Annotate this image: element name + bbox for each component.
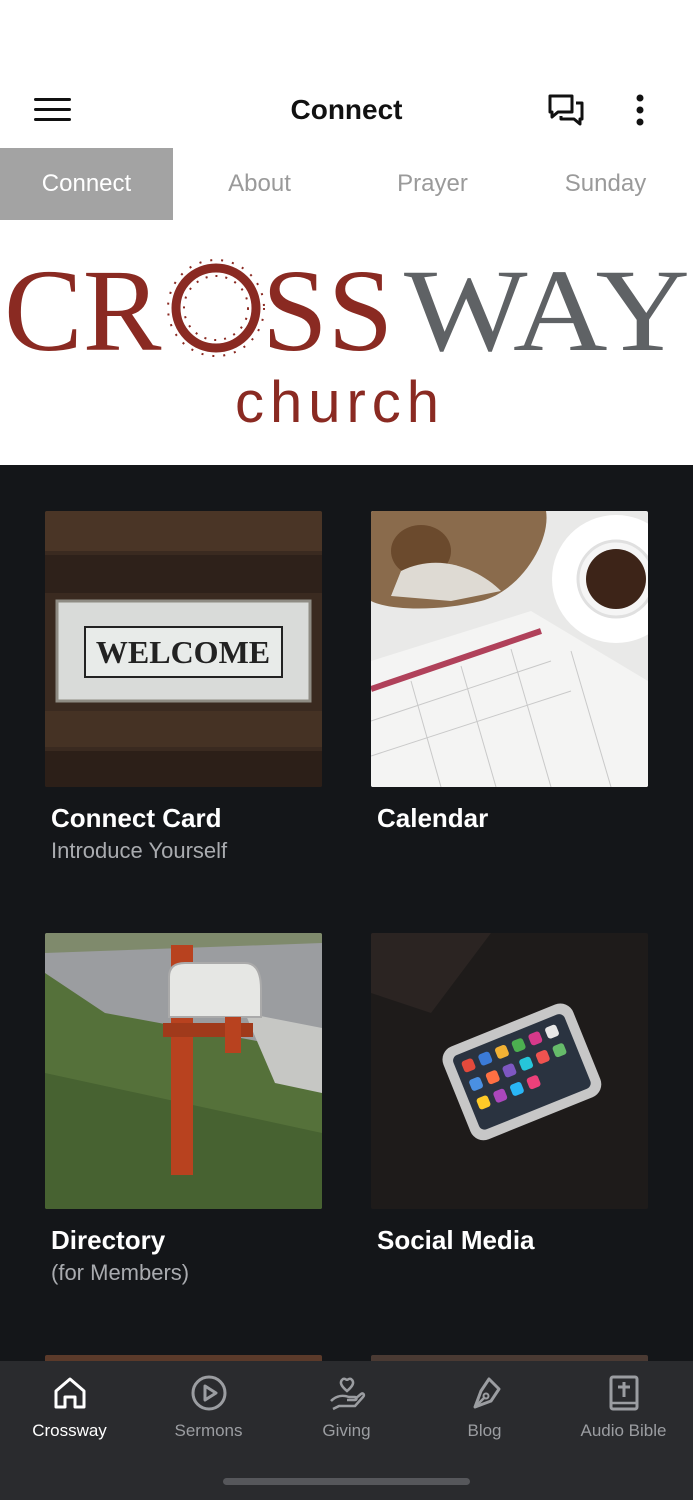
logo-word-part1: CR <box>4 245 162 376</box>
nav-label: Crossway <box>32 1421 107 1440</box>
social-media-tile[interactable]: Social Media <box>371 933 648 1256</box>
play-circle-icon <box>191 1375 226 1411</box>
home-indicator[interactable] <box>223 1478 470 1485</box>
card-subtitle: Introduce Yourself <box>51 838 228 863</box>
connect-card-tile[interactable]: WELCOME Connect Card Introduce Yourself <box>45 511 322 864</box>
logo-word-part2: SS <box>262 245 393 376</box>
chat-bubbles-icon[interactable] <box>546 92 586 128</box>
more-vertical-icon[interactable] <box>628 92 652 128</box>
tab-bar: Connect About Prayer Sunday <box>0 148 693 220</box>
nav-blog[interactable]: Blog <box>415 1373 554 1453</box>
crossway-logo-banner: CR SS WAY church <box>0 220 693 465</box>
nav-label: Blog <box>467 1421 502 1440</box>
page-title: Connect <box>290 94 403 125</box>
nav-audio-bible[interactable]: Audio Bible <box>554 1373 693 1453</box>
tab-connect[interactable]: Connect <box>0 148 173 220</box>
svg-text:WELCOME: WELCOME <box>96 634 270 670</box>
card-title: Directory <box>51 1225 166 1255</box>
mailbox-image <box>45 933 322 1209</box>
top-app-bar: Connect <box>0 70 693 148</box>
giving-hand-icon <box>329 1377 365 1411</box>
calendar-tile[interactable]: Calendar <box>371 511 648 834</box>
welcome-sign-image: WELCOME <box>45 511 322 787</box>
tab-sunday[interactable]: Sunday <box>519 148 692 220</box>
card-subtitle: (for Members) <box>51 1260 190 1285</box>
nav-crossway[interactable]: Crossway <box>0 1373 139 1453</box>
tab-about[interactable]: About <box>173 148 346 220</box>
card-title: Social Media <box>377 1225 535 1255</box>
home-icon <box>54 1377 85 1409</box>
bottom-navigation: Crossway Sermons Giving Blog Audio Bible <box>0 1361 693 1500</box>
card-title: Connect Card <box>51 803 222 833</box>
nav-giving[interactable]: Giving <box>277 1373 416 1453</box>
smartphone-image <box>371 933 648 1209</box>
crossway-logo: CR SS WAY church <box>4 245 690 435</box>
nav-label: Sermons <box>174 1421 243 1440</box>
card-title: Calendar <box>377 803 489 833</box>
nav-label: Giving <box>322 1421 371 1440</box>
connect-grid: WELCOME Connect Card Introduce Yourself <box>0 465 693 1361</box>
calendar-coffee-image <box>371 511 648 787</box>
bible-icon <box>609 1375 638 1411</box>
status-bar <box>0 0 693 70</box>
directory-tile[interactable]: Directory (for Members) <box>45 933 322 1286</box>
logo-subtitle: church <box>235 370 445 435</box>
logo-word-part3: WAY <box>404 245 690 376</box>
nav-label: Audio Bible <box>580 1421 667 1440</box>
nav-sermons[interactable]: Sermons <box>139 1373 278 1453</box>
crown-of-thorns-icon <box>167 259 265 357</box>
pen-nib-icon <box>473 1377 500 1409</box>
tab-prayer[interactable]: Prayer <box>346 148 519 220</box>
